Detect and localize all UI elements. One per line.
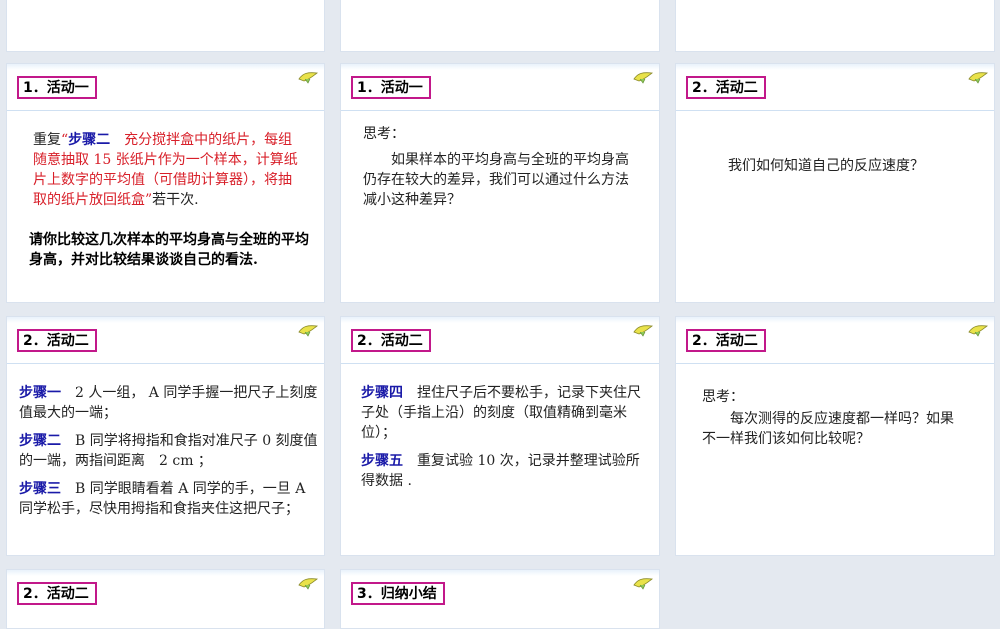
- think-label: 思考：: [363, 126, 405, 142]
- bird-logo-icon: [298, 325, 318, 337]
- step-text: 捏住尺子后不要松手，记录下夹住尺子处（手指上沿）的刻度（取值精确到毫米位）；: [361, 385, 641, 441]
- slide-header-divider: [7, 110, 324, 111]
- step-item: 步骤三 B 同学眼睛看着 A 同学的手，一旦 A 同学松手，尽快用拇指和食指夹住…: [19, 479, 319, 519]
- step-label: 步骤一: [19, 385, 61, 401]
- slide-thumbnail-2[interactable]: [340, 0, 660, 52]
- slide-thumbnail-10[interactable]: 2．活动二: [6, 569, 325, 629]
- step-label: 步骤二: [68, 132, 111, 148]
- slide-thumbnail-6[interactable]: 2．活动二 我们如何知道自己的反应速度？: [675, 63, 995, 303]
- slide-header-divider: [7, 363, 324, 364]
- think-text: 每次测得的反应速度都一样吗？如果不一样我们该如何比较呢？: [702, 411, 954, 447]
- bird-logo-icon: [633, 325, 653, 337]
- question-text: 请你比较这几次样本的平均身高与全班的平均身高，并对比较结果谈谈自己的看法.: [29, 232, 309, 268]
- slide-top-band: [341, 64, 659, 70]
- bird-logo-icon: [633, 72, 653, 84]
- slide-body: 重复“步骤二 充分搅拌盒中的纸片，每组随意抽取 15 张纸片作为一个样本，计算纸…: [33, 130, 303, 210]
- step-text: 2 人一组， A 同学手握一把尺子上刻度值最大的一端；: [19, 385, 318, 421]
- step-item: 步骤五 重复试验 10 次，记录并整理试验所得数据 .: [361, 451, 651, 491]
- slide-thumbnail-8[interactable]: 2．活动二 步骤四 捏住尺子后不要松手，记录下夹住尺子处（手指上沿）的刻度（取值…: [340, 316, 660, 556]
- bird-logo-icon: [968, 325, 988, 337]
- step-item: 步骤一 2 人一组， A 同学手握一把尺子上刻度值最大的一端；: [19, 383, 319, 423]
- slide-header-divider: [341, 363, 659, 364]
- slide-top-band: [7, 570, 324, 576]
- slide-thumbnail-11[interactable]: 3．归纳小结: [340, 569, 660, 629]
- think-label: 思考：: [702, 389, 744, 405]
- slide-thumbnail-4[interactable]: 1．活动一 重复“步骤二 充分搅拌盒中的纸片，每组随意抽取 15 张纸片作为一个…: [6, 63, 325, 303]
- slide-title: 2．活动二: [351, 329, 431, 352]
- slide-top-band: [676, 317, 994, 323]
- slide-title: 2．活动二: [686, 76, 766, 99]
- slide-top-band: [7, 317, 324, 323]
- slide-header-divider: [341, 110, 659, 111]
- bird-logo-icon: [968, 72, 988, 84]
- slide-title: 1．活动一: [17, 76, 97, 99]
- step-text: 重复试验 10 次，记录并整理试验所得数据 .: [361, 453, 640, 489]
- step-text: B 同学将拇指和食指对准尺子 0 刻度值的一端，两指间距离 2 cm ；: [19, 433, 318, 469]
- think-text: 如果样本的平均身高与全班的平均身高仍存在较大的差异，我们可以通过什么方法减小这种…: [363, 152, 629, 208]
- step-label: 步骤三: [19, 481, 61, 497]
- bird-logo-icon: [633, 578, 653, 590]
- intro-text: 重复: [33, 132, 61, 148]
- tail-text: 若干次.: [152, 192, 199, 208]
- slide-title: 3．归纳小结: [351, 582, 445, 605]
- step-item: 步骤二 B 同学将拇指和食指对准尺子 0 刻度值的一端，两指间距离 2 cm ；: [19, 431, 319, 471]
- slide-title: 2．活动二: [17, 329, 97, 352]
- slide-top-band: [7, 64, 324, 70]
- slide-title: 2．活动二: [17, 582, 97, 605]
- step-label: 步骤四: [361, 385, 403, 401]
- slide-thumbnail-1[interactable]: [6, 0, 325, 52]
- steps-list: 步骤四 捏住尺子后不要松手，记录下夹住尺子处（手指上沿）的刻度（取值精确到毫米位…: [361, 383, 651, 499]
- step-label: 步骤五: [361, 453, 403, 469]
- slide-title: 2．活动二: [686, 329, 766, 352]
- slide-top-band: [341, 570, 659, 576]
- slide-thumbnail-3[interactable]: [675, 0, 995, 52]
- step-text: B 同学眼睛看着 A 同学的手，一旦 A 同学松手，尽快用拇指和食指夹住这把尺子…: [19, 481, 306, 517]
- steps-list: 步骤一 2 人一组， A 同学手握一把尺子上刻度值最大的一端； 步骤二 B 同学…: [19, 383, 319, 527]
- bird-logo-icon: [298, 578, 318, 590]
- slide-thumbnail-9[interactable]: 2．活动二 思考： 每次测得的反应速度都一样吗？如果不一样我们该如何比较呢？: [675, 316, 995, 556]
- slide-grid: 1．活动一 重复“步骤二 充分搅拌盒中的纸片，每组随意抽取 15 张纸片作为一个…: [0, 0, 1000, 629]
- slide-top-band: [341, 317, 659, 323]
- step-item: 步骤四 捏住尺子后不要松手，记录下夹住尺子处（手指上沿）的刻度（取值精确到毫米位…: [361, 383, 651, 443]
- slide-thumbnail-5[interactable]: 1．活动一 思考： 如果样本的平均身高与全班的平均身高仍存在较大的差异，我们可以…: [340, 63, 660, 303]
- slide-header-divider: [676, 363, 994, 364]
- question-text: 我们如何知道自己的反应速度？: [728, 158, 924, 174]
- slide-header-divider: [676, 110, 994, 111]
- slide-title: 1．活动一: [351, 76, 431, 99]
- slide-thumbnail-7[interactable]: 2．活动二 步骤一 2 人一组， A 同学手握一把尺子上刻度值最大的一端； 步骤…: [6, 316, 325, 556]
- bird-logo-icon: [298, 72, 318, 84]
- step-label: 步骤二: [19, 433, 61, 449]
- slide-top-band: [676, 64, 994, 70]
